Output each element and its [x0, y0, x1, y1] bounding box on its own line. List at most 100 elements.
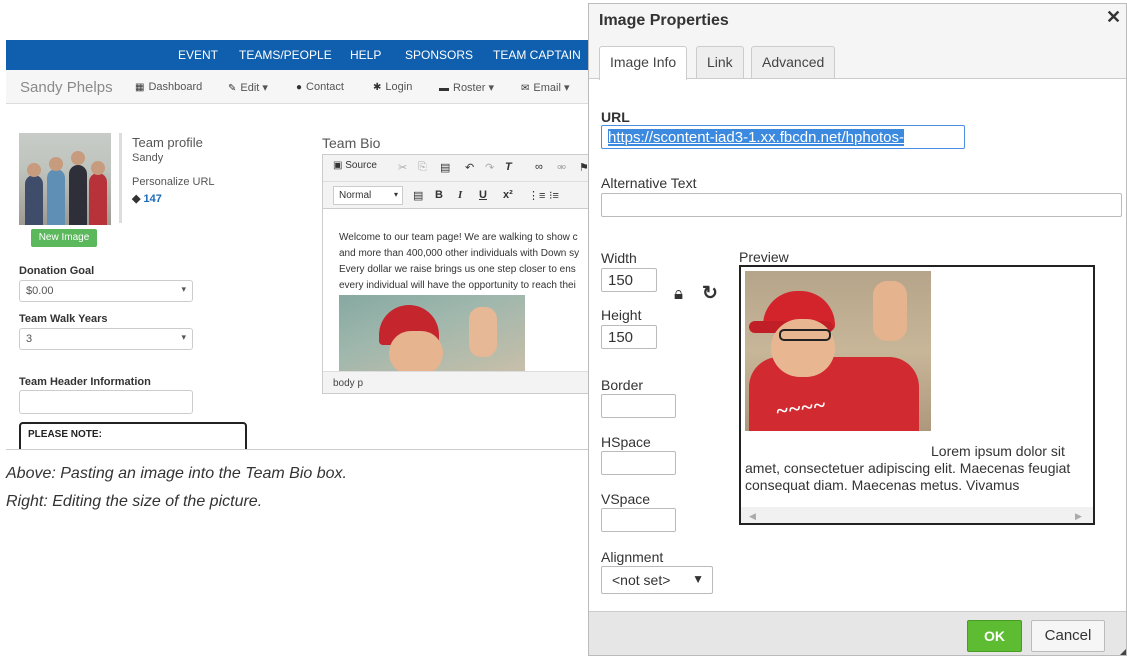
scroll-left-icon[interactable]: ◀ [749, 511, 756, 522]
nav-sponsors[interactable]: SPONSORS [405, 48, 473, 62]
login-link[interactable]: ✱ Login [373, 81, 412, 93]
image-properties-dialog: Image Properties ✕ Image Info Link Advan… [588, 3, 1127, 656]
roster-menu[interactable]: ▬ Roster ▾ [439, 81, 494, 94]
editor-toolbar-1: ▣ Source ✂ ⎘ ▤ ↶ ↷ T ∞ ⚮ ⚑ [323, 155, 588, 182]
preview-text: Lorem ipsum dolor sit amet, consectetuer… [745, 443, 1071, 493]
vspace-input[interactable] [601, 508, 676, 532]
height-input[interactable]: 150 [601, 325, 657, 349]
user-icon: ● [296, 82, 303, 93]
pasted-image[interactable] [339, 295, 525, 375]
screenshot-canvas: EVENT TEAMS/PEOPLE HELP SPONSORS TEAM CA… [0, 0, 1127, 656]
team-photo [19, 133, 111, 225]
redo-icon[interactable]: ↷ [485, 161, 494, 174]
contact-link[interactable]: ● Contact [296, 81, 344, 93]
donation-goal-label: Donation Goal [19, 265, 95, 277]
source-icon: ▣ [333, 160, 343, 171]
url-input[interactable]: https://scontent-iad3-1.xx.fbcdn.net/hph… [601, 125, 965, 149]
border-input[interactable] [601, 394, 676, 418]
cut-icon[interactable]: ✂ [398, 161, 407, 174]
border-label: Border [601, 377, 644, 393]
note-title: PLEASE NOTE: [28, 429, 102, 440]
personalize-url-link[interactable]: Personalize URL [132, 176, 215, 188]
superscript-icon[interactable]: x² [503, 189, 513, 201]
chevron-down-icon: ▾ [181, 332, 186, 342]
unlink-icon[interactable]: ⚮ [557, 161, 566, 174]
underline-icon[interactable]: U [479, 189, 487, 201]
profile-title: Team profile [132, 135, 203, 150]
preview-image: ~~~~ [745, 271, 931, 431]
dialog-footer: OK Cancel [589, 611, 1126, 655]
alignment-label: Alignment [601, 549, 664, 565]
italic-icon[interactable]: I [458, 189, 462, 201]
width-input[interactable]: 150 [601, 268, 657, 292]
alignment-select[interactable]: <not set> ▼ [601, 566, 713, 594]
source-button[interactable]: ▣ Source [333, 160, 377, 171]
copy-icon[interactable]: ⎘ [418, 161, 427, 174]
numbered-list-icon[interactable]: ⋮≡ [528, 189, 545, 202]
anchor-icon[interactable]: ⚑ [579, 161, 588, 174]
preview-horizontal-scrollbar[interactable]: ◀ ▶ [741, 507, 1093, 523]
format-select[interactable]: Normal ▾ [333, 186, 403, 205]
template-icon[interactable]: ▤ [413, 189, 423, 202]
nav-teams-people[interactable]: TEAMS/PEOPLE [239, 48, 332, 62]
lock-ratio-icon[interactable]: 🔒︎ [674, 284, 683, 304]
chevron-down-icon: ▾ [181, 284, 186, 294]
briefcase-icon: ▬ [439, 83, 449, 94]
dashboard-icon: ▦ [135, 82, 145, 93]
editor-line: every individual will have the opportuni… [339, 280, 576, 291]
edit-menu[interactable]: ✎ Edit ▾ [228, 81, 268, 94]
paste-icon[interactable]: ▤ [440, 161, 450, 174]
ok-button[interactable]: OK [967, 620, 1022, 652]
url-label: URL [601, 109, 630, 125]
alt-text-label: Alternative Text [601, 175, 697, 191]
editor-line: Every dollar we raise brings us one step… [339, 264, 576, 275]
chevron-down-icon: ▼ [692, 572, 704, 586]
dialog-body: URL https://scontent-iad3-1.xx.fbcdn.net… [589, 78, 1126, 611]
nav-team-captain[interactable]: TEAM CAPTAIN [493, 48, 581, 62]
profile-name: Sandy [132, 152, 164, 164]
nav-event[interactable]: EVENT [178, 48, 218, 62]
width-label: Width [601, 250, 637, 266]
envelope-icon: ✉ [521, 83, 530, 94]
editor-line: Welcome to our team page! We are walking… [339, 232, 578, 243]
tab-image-info[interactable]: Image Info [599, 46, 688, 80]
please-note-box: PLEASE NOTE: [19, 422, 247, 449]
editor-content[interactable]: Welcome to our team page! We are walking… [339, 230, 588, 294]
walk-years-select[interactable]: 3 ▾ [19, 328, 193, 350]
hspace-input[interactable] [601, 451, 676, 475]
scroll-right-icon[interactable]: ▶ [1075, 511, 1082, 522]
tag-icon: ◆ [132, 193, 141, 205]
tab-link[interactable]: Link [696, 46, 744, 79]
top-navigation: EVENT TEAMS/PEOPLE HELP SPONSORS TEAM CA… [6, 40, 588, 70]
editor-status-bar: body p [323, 371, 588, 393]
team-bio-editor: ▣ Source ✂ ⎘ ▤ ↶ ↷ T ∞ ⚮ ⚑ Normal ▾ ▤ B I… [322, 154, 588, 394]
reset-size-icon[interactable]: ↻ [702, 282, 718, 305]
email-menu[interactable]: ✉ Email ▾ [521, 81, 569, 94]
resize-grip-icon[interactable] [1115, 648, 1126, 655]
close-icon[interactable]: ✕ [1106, 7, 1121, 28]
new-image-button[interactable]: New Image [31, 229, 97, 247]
editor-line: and more than 400,000 other individuals … [339, 248, 580, 259]
team-page: EVENT TEAMS/PEOPLE HELP SPONSORS TEAM CA… [6, 40, 588, 450]
hspace-label: HSpace [601, 434, 651, 450]
remove-format-icon[interactable]: T [505, 161, 512, 173]
height-label: Height [601, 307, 642, 323]
image-preview[interactable]: ~~~~ Lorem ipsum dolor sit amet, consect… [739, 265, 1095, 525]
asterisk-icon: ✱ [373, 82, 382, 93]
caption-above: Above: Pasting an image into the Team Bi… [6, 465, 347, 482]
header-info-input[interactable] [19, 390, 193, 414]
nav-help[interactable]: HELP [350, 48, 381, 62]
dashboard-link[interactable]: ▦ Dashboard [135, 81, 202, 93]
bold-icon[interactable]: B [435, 189, 443, 201]
brand-name[interactable]: Sandy Phelps [20, 79, 113, 96]
tag-count[interactable]: ◆ 147 [132, 192, 162, 205]
bulleted-list-icon[interactable]: ⁝≡ [549, 189, 559, 202]
cancel-button[interactable]: Cancel [1031, 620, 1105, 652]
link-icon[interactable]: ∞ [535, 161, 543, 173]
pencil-icon: ✎ [228, 83, 237, 94]
undo-icon[interactable]: ↶ [465, 161, 474, 174]
dialog-title: Image Properties [599, 12, 729, 29]
donation-goal-select[interactable]: $0.00 ▾ [19, 280, 193, 302]
tab-advanced[interactable]: Advanced [751, 46, 836, 79]
alt-text-input[interactable] [601, 193, 1122, 217]
